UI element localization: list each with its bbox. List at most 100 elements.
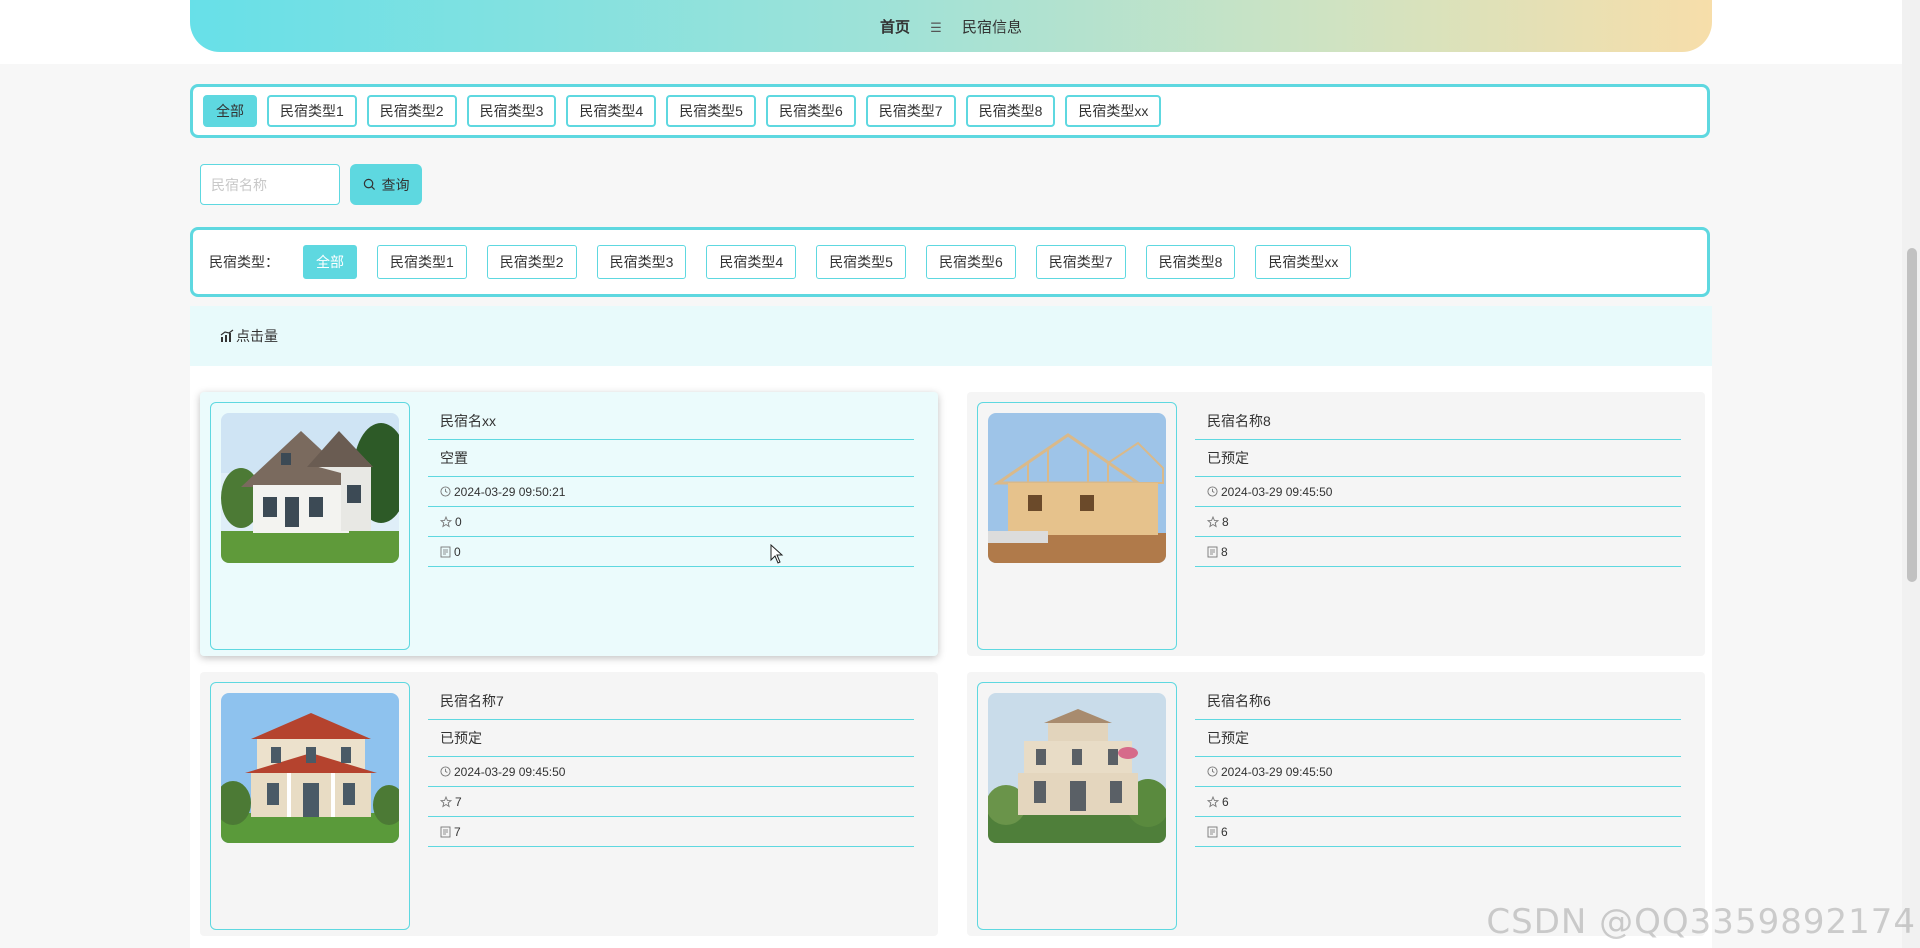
listing-photo[interactable] — [988, 693, 1166, 843]
category-tab-4[interactable]: 民宿类型4 — [566, 95, 657, 127]
filter-option-6[interactable]: 民宿类型6 — [925, 245, 1016, 279]
category-tab-8[interactable]: 民宿类型8 — [965, 95, 1056, 127]
category-tab-5[interactable]: 民宿类型5 — [666, 95, 756, 127]
listing-status: 空置 — [428, 440, 914, 477]
star-icon — [1207, 795, 1219, 807]
listing-time-text: 2024-03-29 09:45:50 — [454, 764, 566, 779]
listing-card[interactable]: 民宿名称8 已预定 2024-03-29 09:45:50 8 8 — [967, 392, 1705, 656]
image-frame — [210, 402, 410, 650]
category-tab-all[interactable]: 全部 — [203, 95, 257, 127]
listing-favorites: 7 — [428, 787, 914, 817]
listing-views-count: 6 — [1221, 824, 1228, 839]
filter-option-all[interactable]: 全部 — [303, 245, 357, 279]
filter-options: 全部 民宿类型1 民宿类型2 民宿类型3 民宿类型4 民宿类型5 民宿类型6 民… — [303, 245, 1352, 279]
watermark: CSDN @QQ3359892174 — [1486, 902, 1916, 942]
listing-favorites-count: 6 — [1222, 794, 1229, 809]
category-tab-7[interactable]: 民宿类型7 — [865, 95, 956, 127]
category-tab-1[interactable]: 民宿类型1 — [267, 95, 357, 127]
listing-favorites-count: 0 — [455, 514, 462, 529]
search-button[interactable]: 查询 — [350, 164, 422, 205]
listing-status: 已预定 — [1195, 440, 1681, 477]
clock-icon — [1207, 766, 1218, 777]
breadcrumb-separator-icon: ☰ — [930, 20, 942, 35]
mouse-cursor-icon — [770, 544, 784, 564]
sort-bar: 点击量 — [190, 306, 1712, 366]
listing-favorites-count: 8 — [1222, 514, 1229, 529]
filter-option-7[interactable]: 民宿类型7 — [1035, 245, 1126, 279]
clock-icon — [440, 766, 451, 777]
search-row: 查询 — [200, 164, 422, 205]
category-tab-xx[interactable]: 民宿类型xx — [1065, 95, 1162, 127]
filter-option-3[interactable]: 民宿类型3 — [596, 245, 687, 279]
listing-card[interactable]: 民宿名xx 空置 2024-03-29 09:50:21 0 0 — [200, 392, 938, 656]
listing-info: 民宿名称6 已预定 2024-03-29 09:45:50 6 6 — [1195, 682, 1681, 847]
breadcrumb-current: 民宿信息 — [962, 19, 1023, 36]
breadcrumb: 首页 ☰ 民宿信息 — [190, 16, 1712, 37]
sort-by-clicks[interactable]: 点击量 — [236, 326, 278, 346]
star-icon — [440, 795, 452, 807]
filter-option-8[interactable]: 民宿类型8 — [1145, 245, 1236, 279]
type-filter: 民宿类型： 全部 民宿类型1 民宿类型2 民宿类型3 民宿类型4 民宿类型5 民… — [190, 227, 1710, 297]
listing-time: 2024-03-29 09:45:50 — [1195, 757, 1681, 787]
listing-favorites-count: 7 — [455, 794, 462, 809]
listing-favorites: 8 — [1195, 507, 1681, 537]
search-button-label: 查询 — [381, 176, 410, 193]
clock-icon — [1207, 486, 1218, 497]
clock-icon — [440, 486, 451, 497]
document-icon — [440, 546, 451, 557]
listing-card[interactable]: 民宿名称7 已预定 2024-03-29 09:45:50 7 7 — [200, 672, 938, 936]
image-frame — [210, 682, 410, 930]
listing-views: 6 — [1195, 817, 1681, 847]
category-tab-3[interactable]: 民宿类型3 — [466, 95, 557, 127]
listing-photo[interactable] — [221, 413, 399, 563]
listing-time-text: 2024-03-29 09:45:50 — [1221, 484, 1333, 499]
listing-status: 已预定 — [428, 720, 914, 757]
image-frame — [977, 682, 1177, 930]
filter-option-4[interactable]: 民宿类型4 — [706, 245, 797, 279]
header-banner: 首页 ☰ 民宿信息 — [190, 0, 1712, 52]
listing-time: 2024-03-29 09:45:50 — [428, 757, 914, 787]
listing-photo[interactable] — [221, 693, 399, 843]
filter-label: 民宿类型： — [209, 254, 279, 270]
document-icon — [1207, 826, 1218, 837]
document-icon — [440, 826, 451, 837]
listing-card[interactable]: 民宿名称6 已预定 2024-03-29 09:45:50 6 6 — [967, 672, 1705, 936]
listing-name[interactable]: 民宿名xx — [428, 402, 914, 440]
listing-photo[interactable] — [988, 413, 1166, 563]
listing-views: 7 — [428, 817, 914, 847]
listing-favorites: 0 — [428, 507, 914, 537]
document-icon — [1207, 546, 1218, 557]
listing-views-count: 8 — [1221, 544, 1228, 559]
listing-status: 已预定 — [1195, 720, 1681, 757]
category-tab-2[interactable]: 民宿类型2 — [366, 95, 457, 127]
scrollbar-thumb[interactable] — [1907, 248, 1917, 582]
filter-option-1[interactable]: 民宿类型1 — [377, 245, 467, 279]
listing-name[interactable]: 民宿名称7 — [428, 682, 914, 720]
search-input[interactable] — [200, 164, 340, 205]
listing-views: 0 — [428, 537, 914, 567]
listing-time: 2024-03-29 09:50:21 — [428, 477, 914, 507]
star-icon — [440, 515, 452, 527]
search-icon — [363, 178, 375, 191]
listing-views-count: 7 — [454, 824, 461, 839]
filter-option-2[interactable]: 民宿类型2 — [486, 245, 577, 279]
listing-info: 民宿名称7 已预定 2024-03-29 09:45:50 7 7 — [428, 682, 914, 847]
listing-time: 2024-03-29 09:45:50 — [1195, 477, 1681, 507]
listing-time-text: 2024-03-29 09:45:50 — [1221, 764, 1333, 779]
category-tabs: 全部 民宿类型1 民宿类型2 民宿类型3 民宿类型4 民宿类型5 民宿类型6 民… — [190, 84, 1710, 138]
listing-time-text: 2024-03-29 09:50:21 — [454, 484, 566, 499]
image-frame — [977, 402, 1177, 650]
chart-icon — [220, 329, 234, 342]
listing-name[interactable]: 民宿名称8 — [1195, 402, 1681, 440]
listing-views-count: 0 — [454, 544, 461, 559]
breadcrumb-home[interactable]: 首页 — [880, 19, 910, 36]
category-tab-6[interactable]: 民宿类型6 — [765, 95, 856, 127]
listing-info: 民宿名xx 空置 2024-03-29 09:50:21 0 0 — [428, 402, 914, 567]
listing-views: 8 — [1195, 537, 1681, 567]
listing-info: 民宿名称8 已预定 2024-03-29 09:45:50 8 8 — [1195, 402, 1681, 567]
listing-name[interactable]: 民宿名称6 — [1195, 682, 1681, 720]
filter-option-5[interactable]: 民宿类型5 — [816, 245, 906, 279]
listing-favorites: 6 — [1195, 787, 1681, 817]
filter-option-xx[interactable]: 民宿类型xx — [1255, 245, 1352, 279]
page-scrollbar[interactable] — [1902, 0, 1920, 948]
